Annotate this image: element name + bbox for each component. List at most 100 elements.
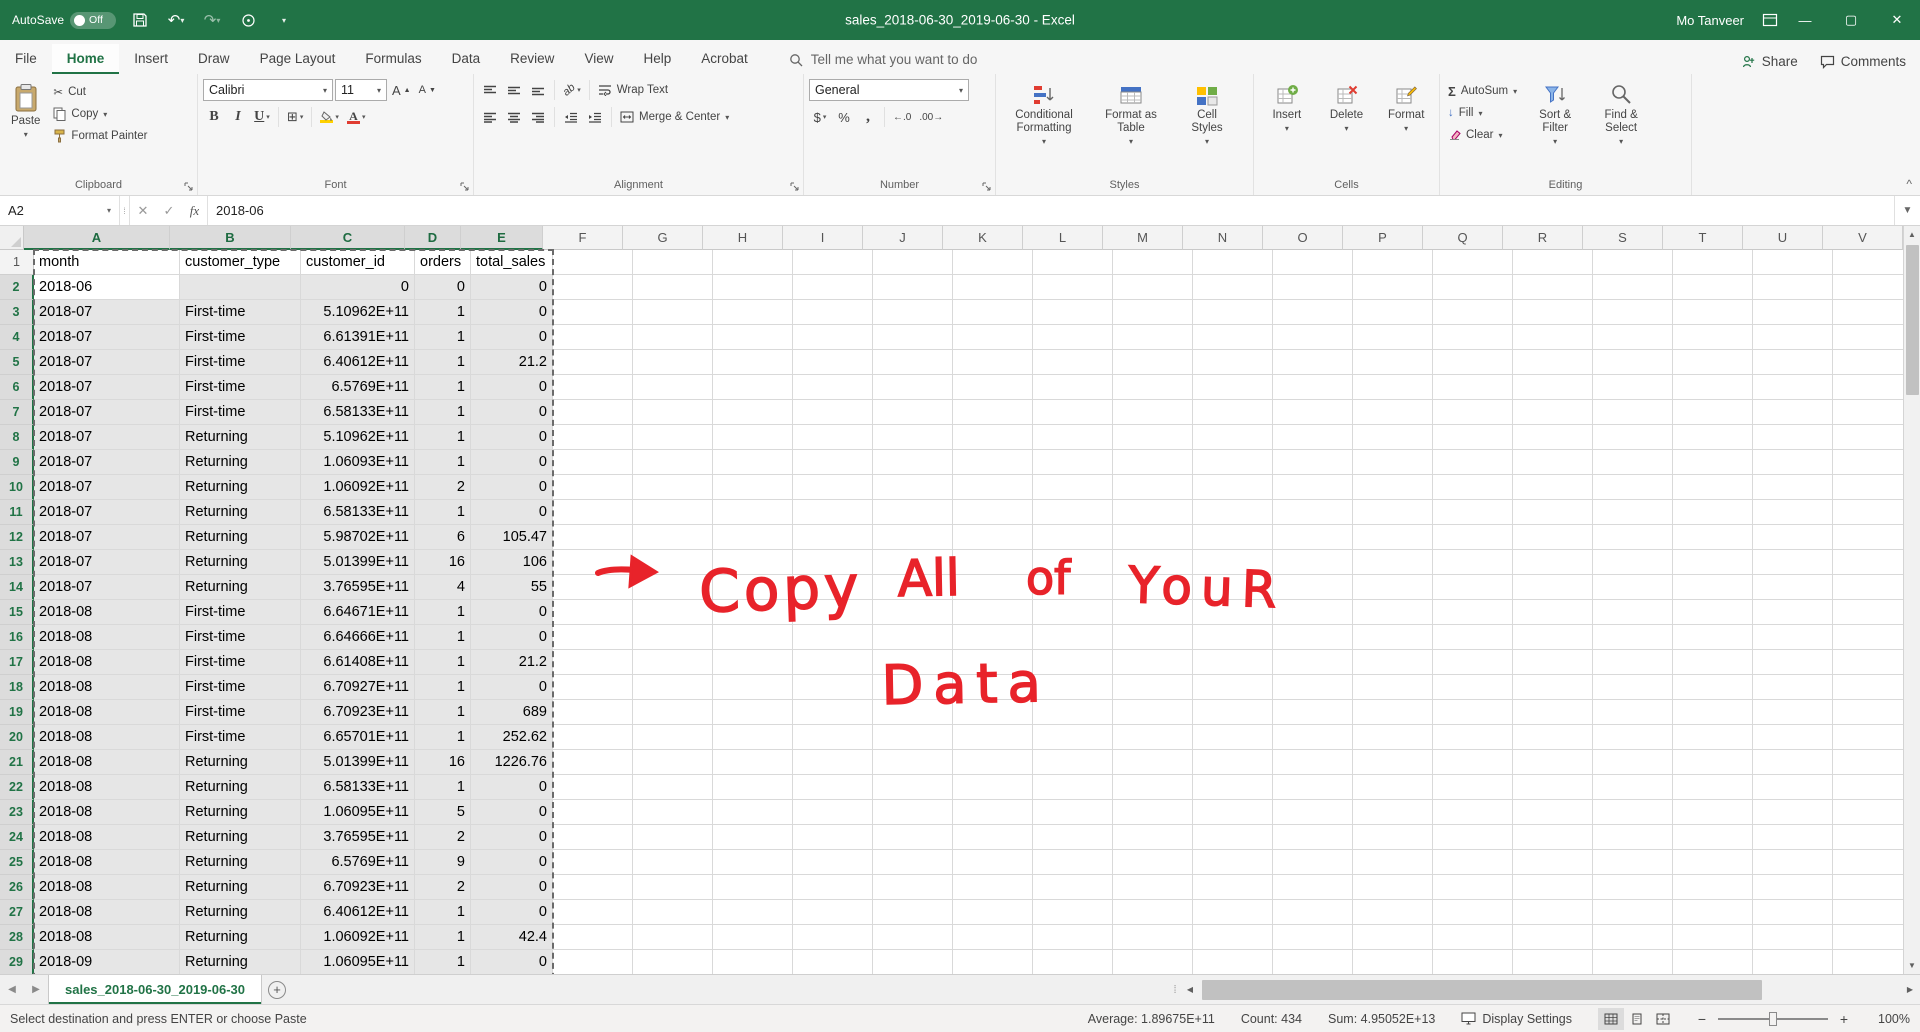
cell-V4[interactable] bbox=[1833, 325, 1903, 350]
cell-L13[interactable] bbox=[1033, 550, 1113, 575]
cell-K7[interactable] bbox=[953, 400, 1033, 425]
borders-button[interactable]: ⊞▾ bbox=[284, 106, 306, 128]
cell-O3[interactable] bbox=[1273, 300, 1353, 325]
row-header-21[interactable]: 21 bbox=[0, 750, 34, 775]
row-header-19[interactable]: 19 bbox=[0, 700, 34, 725]
cell-E16[interactable]: 0 bbox=[471, 625, 553, 650]
cell-F2[interactable] bbox=[553, 275, 633, 300]
cell-P14[interactable] bbox=[1353, 575, 1433, 600]
cell-O10[interactable] bbox=[1273, 475, 1353, 500]
page-break-view-button[interactable] bbox=[1650, 1008, 1676, 1030]
cell-U13[interactable] bbox=[1753, 550, 1833, 575]
cell-O28[interactable] bbox=[1273, 925, 1353, 950]
cell-Q23[interactable] bbox=[1433, 800, 1513, 825]
cell-I27[interactable] bbox=[793, 900, 873, 925]
cell-U19[interactable] bbox=[1753, 700, 1833, 725]
alignment-dialog-launcher[interactable] bbox=[788, 180, 800, 192]
cell-T17[interactable] bbox=[1673, 650, 1753, 675]
cell-C24[interactable]: 3.76595E+11 bbox=[301, 825, 415, 850]
cell-V16[interactable] bbox=[1833, 625, 1903, 650]
format-cells-button[interactable]: Format ▾ bbox=[1378, 79, 1434, 137]
cell-H11[interactable] bbox=[713, 500, 793, 525]
cell-A7[interactable]: 2018-07 bbox=[34, 400, 180, 425]
cell-P11[interactable] bbox=[1353, 500, 1433, 525]
cell-K13[interactable] bbox=[953, 550, 1033, 575]
cell-N8[interactable] bbox=[1193, 425, 1273, 450]
cell-I9[interactable] bbox=[793, 450, 873, 475]
formula-input[interactable]: 2018-06 bbox=[208, 196, 1894, 225]
cell-T18[interactable] bbox=[1673, 675, 1753, 700]
cell-B2[interactable] bbox=[180, 275, 301, 300]
cell-T19[interactable] bbox=[1673, 700, 1753, 725]
cell-A15[interactable]: 2018-08 bbox=[34, 600, 180, 625]
cell-B24[interactable]: Returning bbox=[180, 825, 301, 850]
cell-E9[interactable]: 0 bbox=[471, 450, 553, 475]
column-header-O[interactable]: O bbox=[1263, 226, 1343, 250]
clear-button[interactable]: Clear ▾ bbox=[1445, 124, 1520, 146]
cell-N19[interactable] bbox=[1193, 700, 1273, 725]
cell-N14[interactable] bbox=[1193, 575, 1273, 600]
cell-U12[interactable] bbox=[1753, 525, 1833, 550]
cell-R4[interactable] bbox=[1513, 325, 1593, 350]
number-format-combobox[interactable]: General ▾ bbox=[809, 79, 969, 101]
cell-H5[interactable] bbox=[713, 350, 793, 375]
cell-A1[interactable]: month bbox=[34, 250, 180, 275]
cell-H3[interactable] bbox=[713, 300, 793, 325]
cell-F17[interactable] bbox=[553, 650, 633, 675]
column-header-S[interactable]: S bbox=[1583, 226, 1663, 250]
cell-U17[interactable] bbox=[1753, 650, 1833, 675]
cell-F25[interactable] bbox=[553, 850, 633, 875]
close-button[interactable]: ✕ bbox=[1874, 0, 1920, 40]
cell-J25[interactable] bbox=[873, 850, 953, 875]
cell-U21[interactable] bbox=[1753, 750, 1833, 775]
tab-page-layout[interactable]: Page Layout bbox=[245, 44, 351, 74]
row-header-16[interactable]: 16 bbox=[0, 625, 34, 650]
cell-P16[interactable] bbox=[1353, 625, 1433, 650]
cell-G21[interactable] bbox=[633, 750, 713, 775]
column-header-T[interactable]: T bbox=[1663, 226, 1743, 250]
clipboard-dialog-launcher[interactable] bbox=[182, 180, 194, 192]
cell-R2[interactable] bbox=[1513, 275, 1593, 300]
scroll-down-button[interactable]: ▼ bbox=[1904, 957, 1920, 974]
cell-B4[interactable]: First-time bbox=[180, 325, 301, 350]
cell-H16[interactable] bbox=[713, 625, 793, 650]
cell-K29[interactable] bbox=[953, 950, 1033, 974]
cell-F5[interactable] bbox=[553, 350, 633, 375]
cell-A23[interactable]: 2018-08 bbox=[34, 800, 180, 825]
cell-A21[interactable]: 2018-08 bbox=[34, 750, 180, 775]
cell-Q27[interactable] bbox=[1433, 900, 1513, 925]
cell-G16[interactable] bbox=[633, 625, 713, 650]
cell-F4[interactable] bbox=[553, 325, 633, 350]
cell-D20[interactable]: 1 bbox=[415, 725, 471, 750]
cell-A11[interactable]: 2018-07 bbox=[34, 500, 180, 525]
row-header-5[interactable]: 5 bbox=[0, 350, 34, 375]
cell-F28[interactable] bbox=[553, 925, 633, 950]
cell-J15[interactable] bbox=[873, 600, 953, 625]
cell-A24[interactable]: 2018-08 bbox=[34, 825, 180, 850]
column-header-E[interactable]: E bbox=[461, 226, 543, 250]
percent-style-button[interactable]: % bbox=[833, 106, 855, 128]
cell-C28[interactable]: 1.06092E+11 bbox=[301, 925, 415, 950]
cell-U15[interactable] bbox=[1753, 600, 1833, 625]
cell-D5[interactable]: 1 bbox=[415, 350, 471, 375]
cell-T21[interactable] bbox=[1673, 750, 1753, 775]
zoom-slider[interactable] bbox=[1718, 1018, 1828, 1020]
font-dialog-launcher[interactable] bbox=[458, 180, 470, 192]
cell-J16[interactable] bbox=[873, 625, 953, 650]
cell-U23[interactable] bbox=[1753, 800, 1833, 825]
cell-A29[interactable]: 2018-09 bbox=[34, 950, 180, 974]
cell-J9[interactable] bbox=[873, 450, 953, 475]
cell-I26[interactable] bbox=[793, 875, 873, 900]
cell-H1[interactable] bbox=[713, 250, 793, 275]
format-painter-button[interactable]: Format Painter bbox=[50, 125, 150, 147]
tab-view[interactable]: View bbox=[569, 44, 628, 74]
cell-E10[interactable]: 0 bbox=[471, 475, 553, 500]
cell-G27[interactable] bbox=[633, 900, 713, 925]
row-header-10[interactable]: 10 bbox=[0, 475, 34, 500]
cell-A25[interactable]: 2018-08 bbox=[34, 850, 180, 875]
cell-C7[interactable]: 6.58133E+11 bbox=[301, 400, 415, 425]
cell-J3[interactable] bbox=[873, 300, 953, 325]
cell-M10[interactable] bbox=[1113, 475, 1193, 500]
cell-G1[interactable] bbox=[633, 250, 713, 275]
cell-L27[interactable] bbox=[1033, 900, 1113, 925]
